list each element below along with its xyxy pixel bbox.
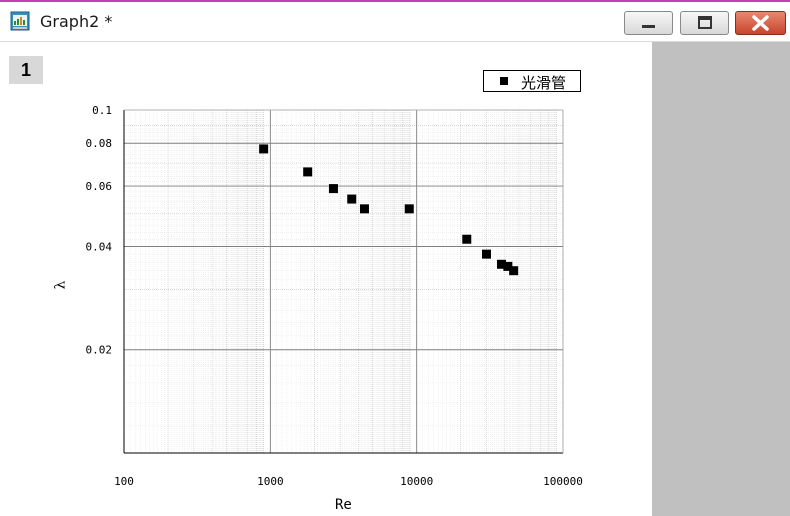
- minimize-icon: [642, 25, 655, 28]
- title-bar[interactable]: Graph2 *: [0, 2, 790, 42]
- x-tick-label: 100: [114, 475, 134, 488]
- x-axis-label: Re: [335, 497, 352, 513]
- y-tick-label: 0.08: [86, 137, 113, 150]
- maximize-button[interactable]: [680, 11, 729, 35]
- legend-label: 光滑管: [521, 74, 567, 92]
- legend[interactable]: 光滑管: [483, 70, 581, 92]
- maximize-icon: [698, 16, 712, 29]
- y-tick-label: 0.04: [86, 240, 113, 253]
- y-tick-label: 0.02: [86, 344, 113, 357]
- data-point: [328, 184, 338, 194]
- y-axis-label: λ: [52, 280, 69, 290]
- data-point: [481, 249, 491, 259]
- minimize-button[interactable]: [624, 11, 673, 35]
- graph-window: Graph2 * 1 100 1000 10000 100000 0.1 0.08 0.06…: [0, 0, 790, 516]
- x-tick-label: 10000: [400, 475, 433, 488]
- window-title: Graph2 *: [40, 12, 113, 31]
- close-icon: [752, 15, 769, 31]
- x-tick-label: 1000: [257, 475, 284, 488]
- data-point: [509, 266, 519, 276]
- plot-area: [124, 110, 563, 453]
- data-point: [359, 204, 369, 214]
- legend-marker-square: [500, 77, 508, 85]
- close-button[interactable]: [735, 11, 786, 35]
- y-tick-label: 0.1: [92, 104, 112, 117]
- x-tick-label: 100000: [543, 475, 583, 488]
- gray-margin-area: [652, 42, 790, 516]
- data-point: [404, 204, 414, 214]
- data-point: [462, 234, 472, 244]
- scatter-chart: 100 1000 10000 100000 0.1 0.08 0.06 0.04 0.02: [86, 104, 583, 488]
- y-tick-label: 0.06: [86, 180, 113, 193]
- data-point: [347, 194, 357, 204]
- data-point: [259, 144, 269, 154]
- graph-app-icon: [10, 11, 30, 31]
- data-point: [303, 167, 313, 177]
